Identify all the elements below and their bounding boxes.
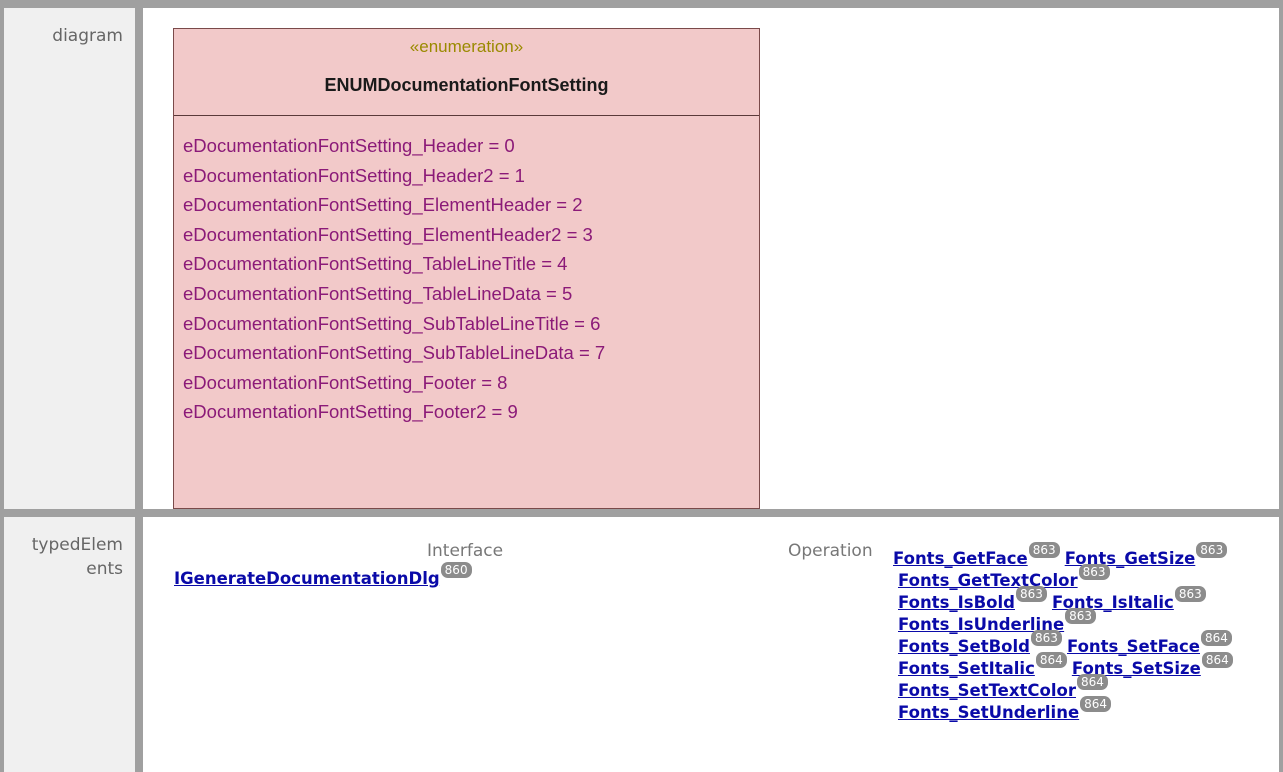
enum-literal: eDocumentationFontSetting_Header2 = 1 (183, 164, 525, 186)
enum-literal: eDocumentationFontSetting_Footer = 8 (183, 371, 508, 393)
stereotype-label: «enumeration» (409, 37, 524, 56)
enumeration-diagram: «enumeration» ENUMDocumentationFontSetti… (173, 28, 760, 509)
page-badge: 863 (1196, 542, 1228, 558)
column-divider (135, 8, 143, 772)
operation-link[interactable]: Fonts_SetUnderline (898, 703, 1079, 722)
page-badge: 863 (1078, 564, 1110, 580)
interface-header: Interface (427, 541, 504, 561)
typed-elements-label-2: ents (86, 559, 123, 579)
interface-link[interactable]: IGenerateDocumentationDlg (174, 569, 440, 588)
enum-literal: eDocumentationFontSetting_Footer2 = 9 (183, 401, 518, 423)
enum-literal: eDocumentationFontSetting_ElementHeader … (183, 194, 583, 216)
typed-elements-label-cell: typedElem ents (4, 517, 135, 772)
enum-literal: eDocumentationFontSetting_SubTableLineTi… (183, 312, 601, 334)
typed-elements-label-1: typedElem (31, 535, 123, 555)
operation-header: Operation (788, 541, 873, 561)
enumeration-literals: eDocumentationFontSetting_Header = 0 eDo… (183, 131, 605, 427)
enum-literal: eDocumentationFontSetting_Header = 0 (183, 135, 515, 156)
page-badge: 864 (1201, 630, 1232, 646)
page-badge: 863 (1030, 630, 1062, 646)
page-badge: 864 (1201, 652, 1233, 668)
page-badge: 863 (1174, 586, 1206, 602)
page-badge: 864 (1035, 652, 1067, 668)
page-badge: 864 (1080, 696, 1112, 712)
diagram-label: diagram (52, 26, 123, 46)
page-badge: 863 (1015, 586, 1047, 602)
page-badge: 863 (1065, 608, 1097, 624)
diagram-label-cell: diagram (4, 8, 135, 509)
page-badge: 863 (1028, 542, 1060, 558)
compartment-divider (174, 115, 759, 116)
page-badge: 860 (440, 562, 472, 578)
ops-line: Fonts_SetUnderline 864 (898, 696, 1112, 722)
page-badge: 864 (1076, 674, 1108, 690)
enum-literal: eDocumentationFontSetting_TableLineTitle… (183, 253, 568, 275)
row-divider (4, 509, 1279, 517)
enumeration-name: ENUMDocumentationFontSetting (324, 75, 609, 95)
interface-entry: IGenerateDocumentationDlg 860 (174, 562, 472, 588)
enum-literal: eDocumentationFontSetting_TableLineData … (183, 282, 573, 304)
enum-literal: eDocumentationFontSetting_SubTableLineDa… (183, 342, 606, 364)
enum-literal: eDocumentationFontSetting_ElementHeader2… (183, 223, 593, 245)
